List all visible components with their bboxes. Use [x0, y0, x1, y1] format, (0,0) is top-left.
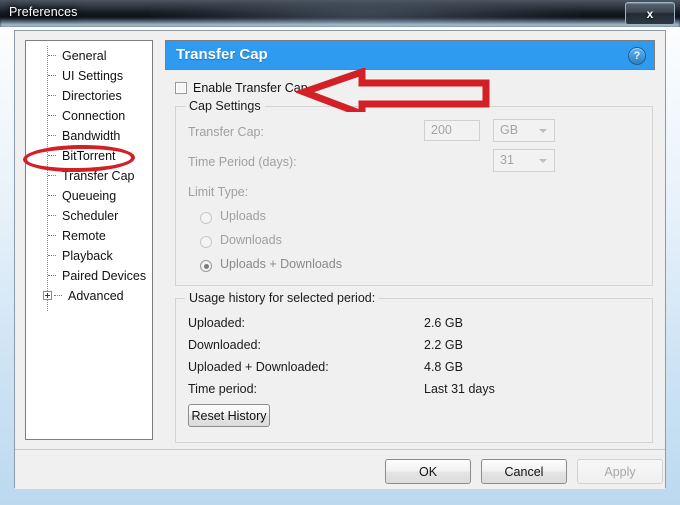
window-title: Preferences	[9, 5, 78, 19]
sidebar-item-label: Paired Devices	[62, 269, 147, 283]
chevron-down-icon	[539, 159, 547, 163]
limit-type-uploads-downloads-label: Uploads + Downloads	[220, 257, 342, 271]
sidebar-item-paired-devices[interactable]: Paired Devices	[26, 266, 152, 286]
tree-dash-icon	[54, 295, 62, 297]
dialog-content: General UI Settings Directories Connecti…	[15, 31, 665, 449]
downloaded-label: Downloaded:	[188, 338, 261, 352]
transfer-cap-unit-value: GB	[500, 123, 519, 137]
tree-dash-icon	[48, 115, 56, 117]
sidebar-item-advanced[interactable]: Advanced	[26, 286, 152, 306]
cancel-button[interactable]: Cancel	[481, 459, 567, 484]
sidebar-item-label: General	[62, 49, 107, 63]
sidebar-item-connection[interactable]: Connection	[26, 106, 152, 126]
page-header: Transfer Cap ?	[165, 40, 655, 70]
uploaded-downloaded-label: Uploaded + Downloaded:	[188, 360, 329, 374]
tree-dash-icon	[48, 255, 56, 257]
enable-transfer-cap-label: Enable Transfer Cap	[193, 81, 308, 95]
sidebar-item-scheduler[interactable]: Scheduler	[26, 206, 152, 226]
sidebar-item-label: BitTorrent	[62, 149, 116, 163]
transfer-cap-label: Transfer Cap:	[188, 125, 264, 139]
uploaded-value: 2.6 GB	[424, 316, 463, 330]
sidebar-item-bittorrent[interactable]: BitTorrent	[26, 146, 152, 166]
tree-dash-icon	[48, 95, 56, 97]
tree-dash-icon	[48, 215, 56, 217]
help-question-icon[interactable]: ?	[628, 47, 646, 65]
limit-type-uploads-radio[interactable]	[200, 212, 212, 224]
time-period-history-label: Time period:	[188, 382, 258, 396]
tree-dash-icon	[48, 175, 56, 177]
usage-history-legend: Usage history for selected period:	[185, 291, 380, 305]
sidebar-item-bandwidth[interactable]: Bandwidth	[26, 126, 152, 146]
tree-dash-icon	[48, 195, 56, 197]
ok-button[interactable]: OK	[385, 459, 471, 484]
downloaded-value: 2.2 GB	[424, 338, 463, 352]
tree-dash-icon	[48, 75, 56, 77]
sidebar-item-label: Connection	[62, 109, 126, 123]
cap-settings-legend: Cap Settings	[185, 99, 265, 113]
tree-dash-icon	[48, 155, 56, 157]
sidebar-item-label: Remote	[62, 229, 106, 243]
enable-transfer-cap-row[interactable]: Enable Transfer Cap	[175, 80, 308, 96]
transfer-cap-input[interactable]: 200	[424, 120, 480, 141]
sidebar-item-label: UI Settings	[62, 69, 124, 83]
time-period-label: Time Period (days):	[188, 155, 297, 169]
enable-transfer-cap-checkbox[interactable]	[175, 82, 187, 94]
time-period-value: 31	[500, 153, 514, 167]
reset-history-button[interactable]: Reset History	[188, 404, 270, 427]
uploaded-downloaded-value: 4.8 GB	[424, 360, 463, 374]
sidebar-item-transfer-cap[interactable]: Transfer Cap	[26, 166, 152, 186]
limit-type-label: Limit Type:	[188, 185, 249, 199]
sidebar-item-label: Advanced	[68, 289, 124, 303]
sidebar-item-label: Transfer Cap	[62, 169, 135, 183]
apply-button: Apply	[577, 459, 663, 484]
sidebar-item-queueing[interactable]: Queueing	[26, 186, 152, 206]
sidebar-item-directories[interactable]: Directories	[26, 86, 152, 106]
sidebar-item-label: Queueing	[62, 189, 117, 203]
settings-panel: Transfer Cap ? Enable Transfer Cap Cap S…	[165, 40, 655, 443]
dialog-footer: OK Cancel Apply	[15, 450, 665, 489]
expand-plus-icon[interactable]	[43, 291, 52, 300]
limit-type-uploads-label: Uploads	[220, 209, 266, 223]
tree-dash-icon	[48, 275, 56, 277]
sidebar-item-label: Bandwidth	[62, 129, 121, 143]
limit-type-downloads-label: Downloads	[220, 233, 282, 247]
time-period-history-value: Last 31 days	[424, 382, 495, 396]
tree-dash-icon	[48, 135, 56, 137]
sidebar-item-ui-settings[interactable]: UI Settings	[26, 66, 152, 86]
page-title: Transfer Cap	[176, 46, 268, 63]
usage-history-group: Usage history for selected period: Uploa…	[175, 291, 653, 443]
limit-type-uploads-downloads-radio[interactable]	[200, 260, 212, 272]
sidebar-item-label: Playback	[62, 249, 113, 263]
sidebar-item-playback[interactable]: Playback	[26, 246, 152, 266]
sidebar-item-label: Directories	[62, 89, 122, 103]
settings-tree[interactable]: General UI Settings Directories Connecti…	[25, 40, 153, 440]
uploaded-label: Uploaded:	[188, 316, 245, 330]
time-period-select[interactable]: 31	[493, 149, 555, 172]
sidebar-item-general[interactable]: General	[26, 46, 152, 66]
limit-type-downloads-radio[interactable]	[200, 236, 212, 248]
dialog-client-area: General UI Settings Directories Connecti…	[14, 30, 666, 489]
titlebar-glow	[0, 18, 680, 27]
preferences-dialog: Preferences x General UI Settings Direct…	[0, 0, 680, 505]
tree-dash-icon	[48, 235, 56, 237]
window-titlebar[interactable]	[0, 0, 680, 27]
chevron-down-icon	[539, 129, 547, 133]
sidebar-item-remote[interactable]: Remote	[26, 226, 152, 246]
cap-settings-group: Cap Settings Transfer Cap: 200 GB Time P…	[175, 99, 653, 286]
sidebar-item-label: Scheduler	[62, 209, 119, 223]
transfer-cap-unit-select[interactable]: GB	[493, 119, 555, 142]
close-icon[interactable]: x	[625, 2, 675, 25]
tree-dash-icon	[48, 55, 56, 57]
